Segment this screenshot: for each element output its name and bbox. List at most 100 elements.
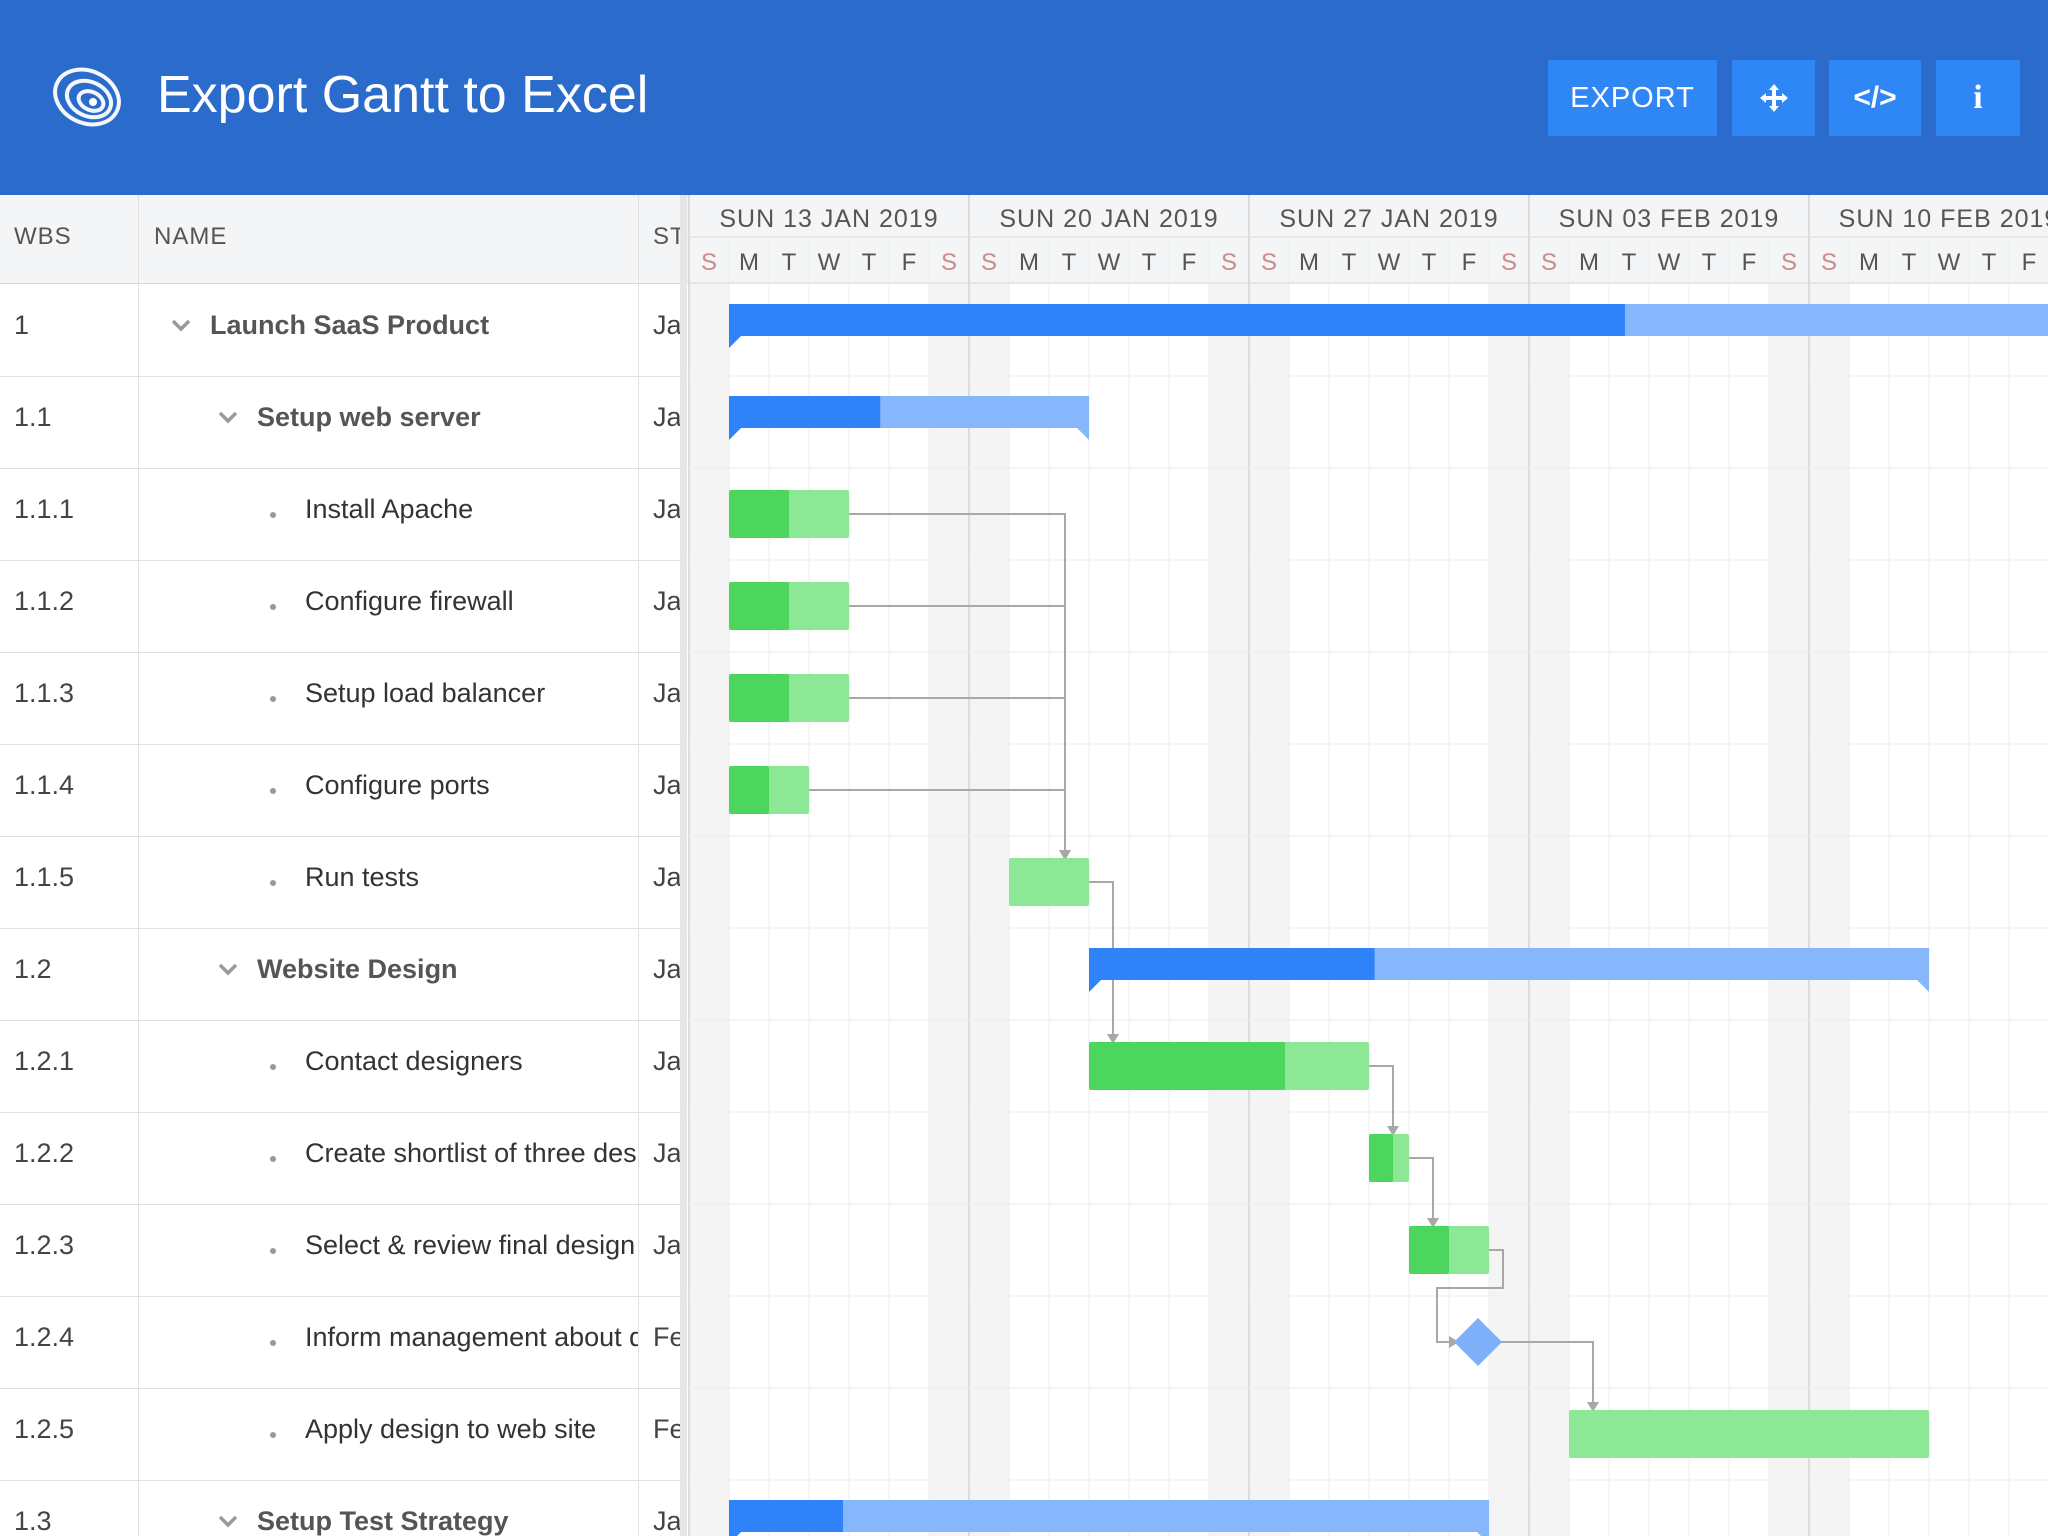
wbs-cell: 1	[14, 310, 30, 340]
day-label: S	[941, 249, 957, 276]
bullet-icon	[270, 1248, 276, 1254]
wbs-cell: 1.1.3	[14, 678, 75, 708]
task-bar[interactable]	[1009, 858, 1089, 906]
wbs-cell: 1.1.2	[14, 586, 75, 616]
task-name-cell[interactable]: Create shortlist of three designers	[305, 1138, 638, 1169]
start-date-cell: Fe	[653, 1322, 680, 1352]
start-date-cell: Fe	[653, 1414, 680, 1444]
summary-bar-progress	[729, 396, 881, 428]
table-row[interactable]: 1.3 Setup Test Strategy Ja	[0, 1480, 680, 1536]
summary-bar-progress	[729, 304, 1625, 336]
day-label: F	[1742, 249, 1757, 276]
summary-bar-start-cap	[729, 1532, 741, 1536]
task-name-cell[interactable]: Website Design	[257, 954, 638, 985]
wbs-cell: 1.3	[14, 1506, 52, 1536]
day-label: T	[1902, 249, 1917, 276]
code-button[interactable]: </>	[1829, 60, 1921, 136]
task-name-cell[interactable]: Setup web server	[257, 402, 638, 433]
bullet-icon	[270, 696, 276, 702]
task-name-cell[interactable]: Configure ports	[305, 770, 638, 801]
task-name-cell[interactable]: Launch SaaS Product	[210, 310, 638, 341]
day-label: W	[1658, 249, 1681, 276]
day-label: S	[1501, 249, 1517, 276]
column-header-wbs[interactable]: WBS	[14, 223, 72, 251]
weekend-shade	[1529, 283, 1569, 1536]
bullet-icon	[270, 512, 276, 518]
start-date-cell: Ja	[653, 770, 680, 800]
bullet-icon	[270, 788, 276, 794]
day-label: T	[1422, 249, 1437, 276]
splitter[interactable]	[680, 195, 687, 1536]
table-row[interactable]: 1.1 Setup web server Ja	[0, 376, 680, 469]
table-row[interactable]: 1.1.2 Configure firewall Ja	[0, 560, 680, 653]
day-label: M	[1579, 249, 1599, 276]
week-label: SUN 10 FEB 2019	[1839, 205, 2048, 233]
chevron-down-icon[interactable]	[217, 1510, 239, 1532]
weekend-shade	[1809, 283, 1849, 1536]
bullet-icon	[270, 604, 276, 610]
table-row[interactable]: 1.2.5 Apply design to web site Fe	[0, 1388, 680, 1481]
wbs-cell: 1.1.4	[14, 770, 75, 800]
chevron-down-icon[interactable]	[217, 958, 239, 980]
start-date-cell: Ja	[653, 678, 680, 708]
column-header-name[interactable]: NAME	[154, 223, 227, 251]
task-bar-progress	[729, 582, 789, 630]
summary-bar-end-cap	[1477, 1532, 1489, 1536]
day-label: T	[1702, 249, 1717, 276]
bullet-icon	[270, 1156, 276, 1162]
chevron-down-icon[interactable]	[217, 406, 239, 428]
week-label: SUN 13 JAN 2019	[719, 205, 938, 233]
logo-icon	[53, 67, 121, 127]
task-name-cell[interactable]: Contact designers	[305, 1046, 638, 1077]
table-row[interactable]: 1 Launch SaaS Product Ja	[0, 284, 680, 377]
task-name-cell[interactable]: Apply design to web site	[305, 1414, 638, 1445]
table-row[interactable]: 1.2.1 Contact designers Ja	[0, 1020, 680, 1113]
summary-bar-start-cap	[729, 428, 741, 440]
bullet-icon	[270, 1432, 276, 1438]
app-header: Export Gantt to Excel EXPORT </> i	[0, 0, 2048, 195]
wbs-cell: 1.1.1	[14, 494, 75, 524]
info-button[interactable]: i	[1936, 60, 2020, 136]
summary-bar-start-cap	[729, 336, 741, 348]
task-name-cell[interactable]: Setup Test Strategy	[257, 1506, 638, 1536]
summary-bar-start-cap	[1089, 980, 1101, 992]
export-button[interactable]: EXPORT	[1548, 60, 1717, 136]
table-row[interactable]: 1.1.5 Run tests Ja	[0, 836, 680, 929]
task-name-cell[interactable]: Configure firewall	[305, 586, 638, 617]
table-row[interactable]: 1.2.2 Create shortlist of three designers…	[0, 1112, 680, 1205]
grid-header: WBS NAME ST	[0, 195, 680, 284]
task-name-cell[interactable]: Inform management about decision	[305, 1322, 638, 1353]
bullet-icon	[270, 1340, 276, 1346]
table-row[interactable]: 1.2.3 Select & review final design Ja	[0, 1204, 680, 1297]
gantt-svg: SUN 13 JAN 2019 SUN 20 JAN 2019 SUN 27 JAN…	[687, 195, 2048, 1536]
task-bar-progress	[1369, 1134, 1393, 1182]
table-row[interactable]: 1.1.1 Install Apache Ja	[0, 468, 680, 561]
wbs-cell: 1.2.2	[14, 1138, 75, 1168]
table-row[interactable]: 1.2.4 Inform management about decision Fe	[0, 1296, 680, 1389]
column-divider	[638, 195, 639, 1536]
task-name-cell[interactable]: Setup load balancer	[305, 678, 638, 709]
dependency-line	[1409, 1157, 1434, 1228]
week-label: SUN 03 FEB 2019	[1559, 205, 1780, 233]
day-label: M	[739, 249, 759, 276]
day-label: F	[902, 249, 917, 276]
day-label: S	[701, 249, 717, 276]
task-name-cell[interactable]: Select & review final design	[305, 1230, 638, 1261]
move-button[interactable]	[1732, 60, 1815, 136]
table-row[interactable]: 1.2 Website Design Ja	[0, 928, 680, 1021]
day-label: M	[1299, 249, 1319, 276]
bullet-icon	[270, 1064, 276, 1070]
day-label: T	[1622, 249, 1637, 276]
table-row[interactable]: 1.1.3 Setup load balancer Ja	[0, 652, 680, 745]
wbs-cell: 1.1	[14, 402, 52, 432]
table-row[interactable]: 1.1.4 Configure ports Ja	[0, 744, 680, 837]
chevron-down-icon[interactable]	[170, 314, 192, 336]
task-name-cell[interactable]: Run tests	[305, 862, 638, 893]
task-name-cell[interactable]: Install Apache	[305, 494, 638, 525]
wbs-cell: 1.2.1	[14, 1046, 75, 1076]
summary-bar-end-cap	[1917, 980, 1929, 992]
task-bar[interactable]	[1569, 1410, 1929, 1458]
day-label: S	[1541, 249, 1557, 276]
column-header-start[interactable]: ST	[653, 223, 680, 251]
day-label: T	[862, 249, 877, 276]
